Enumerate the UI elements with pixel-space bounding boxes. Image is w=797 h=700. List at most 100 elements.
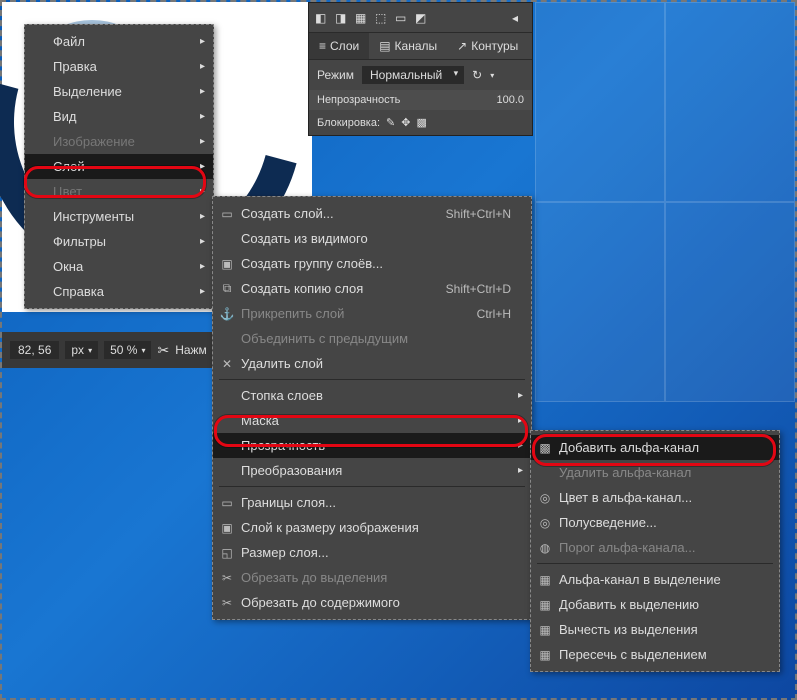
menu-item[interactable]: ▦Добавить к выделению	[531, 592, 779, 617]
tool-icon[interactable]: ◧	[315, 11, 329, 25]
tab-layers[interactable]: ≡Слои	[309, 33, 369, 59]
menu-item-icon: ▦	[537, 648, 553, 662]
menu-item-label: Создать группу слоёв...	[241, 256, 383, 271]
menu-separator	[219, 379, 525, 380]
menu-item-icon: ◱	[219, 546, 235, 560]
reset-icon[interactable]: ↻	[472, 68, 482, 82]
menu-item-label: Порог альфа-канала...	[559, 540, 696, 555]
menu-item-label: Изображение	[53, 134, 135, 149]
tool-icon[interactable]: ◩	[415, 11, 429, 25]
menu-item-icon: ⧉	[219, 281, 235, 296]
menu-item-label: Объединить с предыдущим	[241, 331, 408, 346]
menu-shortcut: Ctrl+H	[477, 307, 511, 321]
menu-item-label: Размер слоя...	[241, 545, 329, 560]
chevron-down-icon[interactable]: ▾	[490, 71, 494, 80]
lock-alpha-icon[interactable]: ▩	[416, 116, 426, 129]
menu-item-icon: ⚓	[219, 307, 235, 321]
menu-item[interactable]: Файл	[25, 29, 213, 54]
menu-item-label: Маска	[241, 413, 279, 428]
menu-item-icon: ✕	[219, 357, 235, 371]
menu-item-label: Добавить альфа-канал	[559, 440, 699, 455]
menu-item-icon: ▣	[219, 257, 235, 271]
menu-item[interactable]: Стопка слоев	[213, 383, 531, 408]
menu-item[interactable]: ▦ Альфа-канал в выделение	[531, 567, 779, 592]
menu-item[interactable]: ▦ Пересечь с выделением	[531, 642, 779, 667]
menu-item[interactable]: Преобразования	[213, 458, 531, 483]
menu-item-label: Пересечь с выделением	[559, 647, 707, 662]
menu-item[interactable]: Выделение	[25, 79, 213, 104]
tool-icon[interactable]: ▭	[395, 11, 409, 25]
layers-icon: ≡	[319, 39, 326, 53]
lock-position-icon[interactable]: ✥	[401, 116, 410, 129]
tool-icon[interactable]: ◨	[335, 11, 349, 25]
lock-label: Блокировка:	[317, 117, 380, 129]
menu-item[interactable]: Слой	[25, 154, 213, 179]
scissors-icon: ✂	[157, 342, 169, 359]
opacity-value[interactable]: 100.0	[496, 94, 524, 106]
menu-item-label: Полусведение...	[559, 515, 657, 530]
menu-item[interactable]: Создать из видимого	[213, 226, 531, 251]
menu-item-icon: ▦	[537, 623, 553, 637]
tool-icon[interactable]: ▦	[355, 11, 369, 25]
menu-shortcut: Shift+Ctrl+D	[446, 282, 511, 296]
menu-item-icon: ▦	[537, 573, 553, 587]
menu-item-label: Создать слой...	[241, 206, 334, 221]
menu-item-label: Файл	[53, 34, 85, 49]
menu-item-label: Цвет	[53, 184, 82, 199]
menu-item[interactable]: ▣ Слой к размеру изображения	[213, 515, 531, 540]
menu-item[interactable]: Справка	[25, 279, 213, 304]
unit-dropdown[interactable]: px▾	[65, 341, 98, 359]
menu-item-label: Альфа-канал в выделение	[559, 572, 721, 587]
menu-item-label: Фильтры	[53, 234, 106, 249]
menu-item-icon: ▦	[537, 598, 553, 612]
menu-item-icon: ▭	[219, 496, 235, 510]
menu-item: ✂Обрезать до выделения	[213, 565, 531, 590]
menu-item-icon: ✂	[219, 571, 235, 585]
tab-channels[interactable]: ▤Каналы	[369, 33, 447, 59]
menu-item[interactable]: Маска	[213, 408, 531, 433]
menu-item[interactable]: Изображение	[25, 129, 213, 154]
menu-item[interactable]: ◎Цвет в альфа-канал...	[531, 485, 779, 510]
menu-item-icon: ▣	[219, 521, 235, 535]
paths-icon: ↗	[457, 39, 467, 53]
menu-item[interactable]: Правка	[25, 54, 213, 79]
menu-item[interactable]: ⧉ Создать копию слоя Shift+Ctrl+D	[213, 276, 531, 301]
menu-item: ◍Порог альфа-канала...	[531, 535, 779, 560]
menu-item-label: Слой к размеру изображения	[241, 520, 419, 535]
menu-item[interactable]: ◎ Полусведение...	[531, 510, 779, 535]
panel-toolbar: ◧ ◨ ▦ ⬚ ▭ ◩ ◂	[309, 3, 532, 33]
menu-item[interactable]: ▭Создать слой...Shift+Ctrl+N	[213, 201, 531, 226]
menu-item[interactable]: ▩ Добавить альфа-канал	[531, 435, 779, 460]
tool-icon[interactable]: ⬚	[375, 11, 389, 25]
menu-item-label: Правка	[53, 59, 97, 74]
menu-item[interactable]: ◱ Размер слоя...	[213, 540, 531, 565]
menu-item[interactable]: ▭Границы слоя...	[213, 490, 531, 515]
menu-item[interactable]: Фильтры	[25, 229, 213, 254]
panel-menu-icon[interactable]: ◂	[512, 11, 526, 25]
menu-item[interactable]: ▣ Создать группу слоёв...	[213, 251, 531, 276]
menu-item-label: Создать копию слоя	[241, 281, 363, 296]
menu-item[interactable]: ✂Обрезать до содержимого	[213, 590, 531, 615]
menu-item-label: Создать из видимого	[241, 231, 368, 246]
zoom-dropdown[interactable]: 50 %▾	[104, 341, 151, 359]
menu-item-label: Удалить слой	[241, 356, 323, 371]
menu-item-label: Цвет в альфа-канал...	[559, 490, 692, 505]
tab-paths[interactable]: ↗Контуры	[447, 33, 528, 59]
menu-item[interactable]: Вид	[25, 104, 213, 129]
menu-item-icon: ▩	[537, 441, 553, 455]
menu-item-label: Инструменты	[53, 209, 134, 224]
menu-item[interactable]: ✕ Удалить слой	[213, 351, 531, 376]
menu-item-label: Обрезать до содержимого	[241, 595, 400, 610]
menu-item[interactable]: Цвет	[25, 179, 213, 204]
blend-mode-select[interactable]: Нормальный	[362, 66, 464, 84]
layer-submenu: ▭Создать слой...Shift+Ctrl+N Создать из в…	[212, 196, 532, 620]
menu-item-icon: ◎	[537, 516, 553, 530]
lock-pixel-icon[interactable]: ✎	[386, 116, 395, 129]
menu-item[interactable]: Окна	[25, 254, 213, 279]
menu-item[interactable]: Инструменты	[25, 204, 213, 229]
opacity-label: Непрозрачность	[317, 94, 496, 106]
menu-item[interactable]: ▦Вычесть из выделения	[531, 617, 779, 642]
menu-item: Удалить альфа-канал	[531, 460, 779, 485]
main-menu: Файл Правка ВыделениеВид Изображение Слой Цве…	[24, 24, 214, 309]
menu-item[interactable]: Прозрачность	[213, 433, 531, 458]
